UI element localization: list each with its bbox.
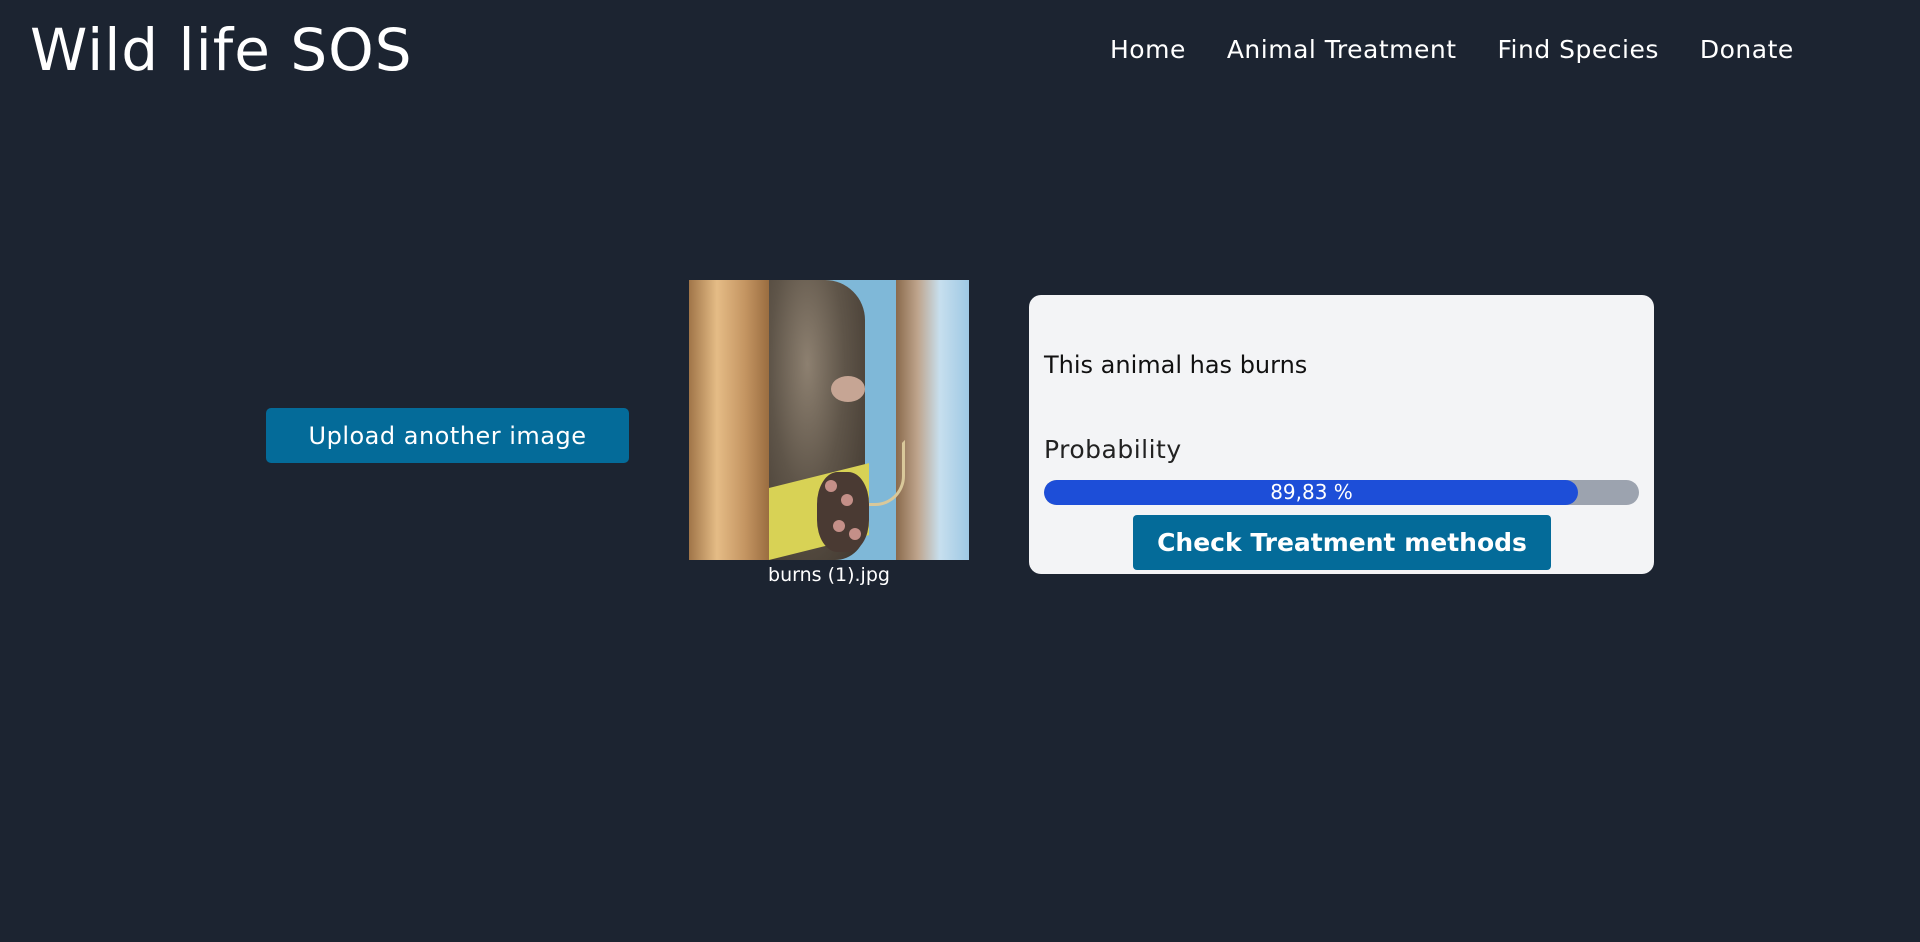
page: Wild life SOS Home Animal Treatment Find… bbox=[0, 0, 1920, 942]
site-title: Wild life SOS bbox=[30, 16, 413, 84]
koala-nose-shape bbox=[831, 376, 865, 402]
nav-home-link[interactable]: Home bbox=[1110, 30, 1186, 70]
diagnosis-title: This animal has burns bbox=[1044, 351, 1308, 379]
paw-burn-marks bbox=[825, 480, 837, 492]
nav-animal-treatment-link[interactable]: Animal Treatment bbox=[1227, 30, 1457, 70]
check-treatment-methods-button[interactable]: Check Treatment methods bbox=[1133, 515, 1551, 570]
probability-label: Probability bbox=[1044, 435, 1182, 464]
uploaded-image-preview bbox=[689, 280, 969, 560]
nav-find-species-link[interactable]: Find Species bbox=[1498, 30, 1659, 70]
image-filename: burns (1).jpg bbox=[768, 564, 890, 586]
result-card: This animal has burns Probability 89,83 … bbox=[1029, 295, 1654, 574]
preview-blur-left bbox=[689, 280, 769, 560]
probability-bar: 89,83 % bbox=[1044, 480, 1639, 505]
nav-donate-link[interactable]: Donate bbox=[1700, 30, 1794, 70]
main-nav: Home Animal Treatment Find Species Donat… bbox=[1110, 30, 1835, 70]
probability-value: 89,83 % bbox=[1270, 480, 1353, 504]
upload-another-image-button[interactable]: Upload another image bbox=[266, 408, 629, 463]
preview-blur-right bbox=[896, 280, 969, 560]
